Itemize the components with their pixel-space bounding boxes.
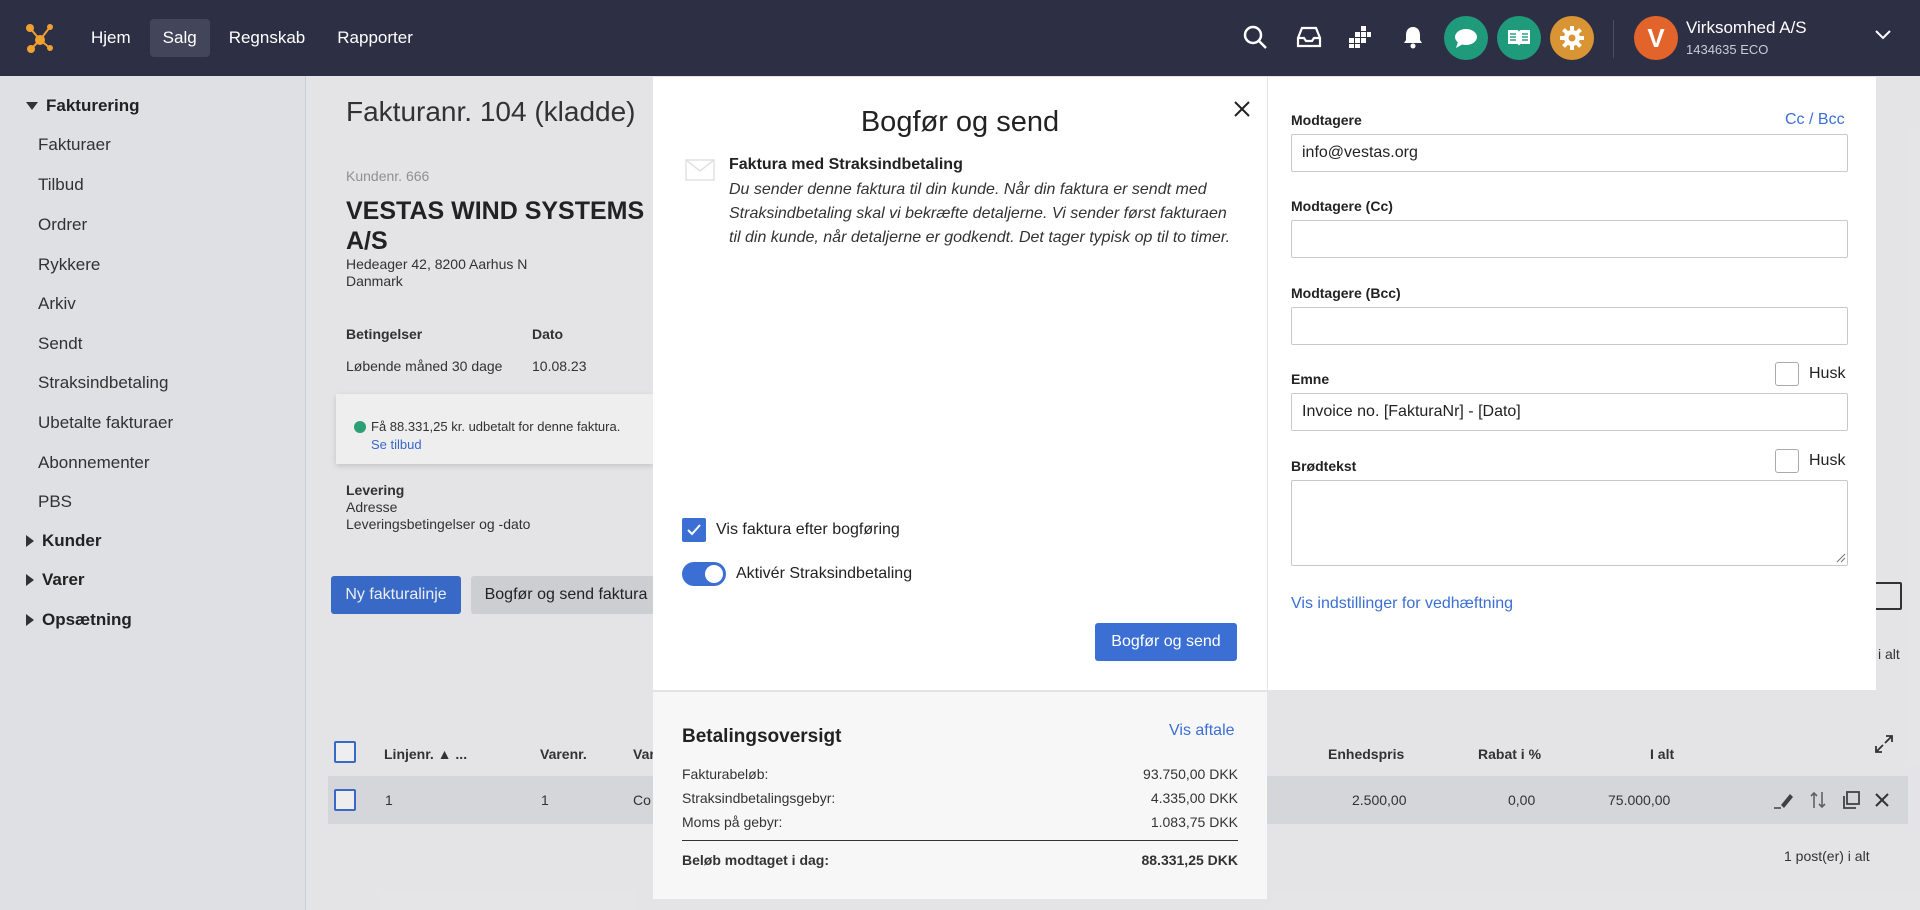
view-agreement-link[interactable]: Vis aftale bbox=[1169, 722, 1235, 740]
cc-bcc-link[interactable]: Cc / Bcc bbox=[1785, 111, 1845, 129]
company-agreement-number: 1434635 ECO bbox=[1686, 42, 1769, 57]
post-send-modal: Bogfør og send Faktura med Straksindbeta… bbox=[653, 77, 1267, 690]
apps-grid-icon[interactable] bbox=[1345, 22, 1375, 52]
nav-regnskab[interactable]: Regnskab bbox=[216, 19, 319, 57]
main-nav: Hjem Salg Regnskab Rapporter bbox=[78, 19, 426, 57]
total-divider bbox=[682, 840, 1238, 841]
nav-rapporter[interactable]: Rapporter bbox=[324, 19, 426, 57]
remember-body-checkbox[interactable] bbox=[1775, 449, 1799, 473]
top-navigation-bar: Hjem Salg Regnskab Rapporter V Virksomhe… bbox=[0, 0, 1920, 76]
remember-subject-checkbox[interactable] bbox=[1775, 362, 1799, 386]
payment-overview-title: Betalingsoversigt bbox=[682, 726, 842, 747]
chat-icon[interactable] bbox=[1444, 16, 1488, 60]
recipients-input[interactable] bbox=[1291, 134, 1848, 172]
guide-book-icon[interactable] bbox=[1497, 16, 1541, 60]
resize-grip-icon[interactable] bbox=[1836, 553, 1846, 563]
activate-straksindbetaling-label: Aktivér Straksindbetaling bbox=[736, 565, 913, 582]
topbar-divider bbox=[1613, 20, 1614, 58]
inbox-icon[interactable] bbox=[1294, 22, 1324, 52]
subject-label: Emne bbox=[1291, 371, 1330, 387]
remember-body-label: Husk bbox=[1809, 452, 1846, 469]
activate-straksindbetaling-toggle[interactable] bbox=[682, 562, 726, 586]
payment-overview-panel: Betalingsoversigt Vis aftale Fakturabelø… bbox=[653, 691, 1267, 899]
invoice-amount-label: Fakturabeløb: bbox=[682, 766, 769, 782]
show-invoice-checkbox-row[interactable]: Vis faktura efter bogføring bbox=[682, 518, 900, 542]
close-icon[interactable] bbox=[1227, 94, 1257, 124]
nav-salg[interactable]: Salg bbox=[149, 19, 210, 57]
invoice-amount-value: 93.750,00 DKK bbox=[1143, 766, 1238, 782]
fee-value: 4.335,00 DKK bbox=[1150, 790, 1238, 806]
vat-on-fee-label: Moms på gebyr: bbox=[682, 814, 783, 830]
show-invoice-checkbox[interactable] bbox=[682, 518, 706, 542]
attachment-settings-link[interactable]: Vis indstillinger for vedhæftning bbox=[1291, 595, 1513, 613]
cc-input[interactable] bbox=[1291, 220, 1848, 258]
post-and-send-button[interactable]: Bogfør og send bbox=[1095, 623, 1237, 661]
body-textarea[interactable] bbox=[1291, 480, 1848, 566]
bcc-input[interactable] bbox=[1291, 307, 1848, 345]
subject-input[interactable] bbox=[1291, 393, 1848, 431]
activate-straksindbetaling-row[interactable]: Aktivér Straksindbetaling bbox=[682, 562, 912, 586]
recipients-label: Modtagere bbox=[1291, 112, 1362, 128]
toggle-knob bbox=[705, 565, 723, 583]
vat-on-fee-value: 1.083,75 DKK bbox=[1150, 814, 1238, 830]
app-logo-icon[interactable] bbox=[22, 20, 58, 56]
search-icon[interactable] bbox=[1240, 22, 1270, 52]
company-name[interactable]: Virksomhed A/S bbox=[1686, 18, 1807, 38]
show-invoice-label: Vis faktura efter bogføring bbox=[716, 521, 900, 538]
amount-received-today-value: 88.331,25 DKK bbox=[1141, 852, 1238, 868]
remember-subject-row[interactable]: Husk bbox=[1775, 362, 1845, 386]
email-panel: Modtagere Cc / Bcc Modtagere (Cc) Modtag… bbox=[1268, 77, 1876, 690]
fee-label: Straksindbetalingsgebyr: bbox=[682, 790, 836, 806]
bcc-label: Modtagere (Bcc) bbox=[1291, 285, 1401, 301]
body-label: Brødtekst bbox=[1291, 458, 1357, 474]
info-body: Du sender denne faktura til din kunde. N… bbox=[729, 181, 1231, 246]
chevron-down-icon[interactable] bbox=[1874, 28, 1892, 46]
settings-gear-icon[interactable] bbox=[1550, 16, 1594, 60]
amount-received-today-label: Beløb modtaget i dag: bbox=[682, 852, 829, 868]
company-avatar[interactable]: V bbox=[1634, 16, 1678, 60]
remember-subject-label: Husk bbox=[1809, 365, 1846, 382]
nav-hjem[interactable]: Hjem bbox=[78, 19, 144, 57]
modal-title: Bogfør og send bbox=[860, 106, 1060, 138]
envelope-icon bbox=[685, 159, 715, 181]
remember-body-row[interactable]: Husk bbox=[1775, 449, 1845, 473]
notifications-bell-icon[interactable] bbox=[1398, 22, 1428, 52]
info-title: Faktura med Straksindbetaling bbox=[729, 156, 963, 173]
cc-label: Modtagere (Cc) bbox=[1291, 198, 1393, 214]
